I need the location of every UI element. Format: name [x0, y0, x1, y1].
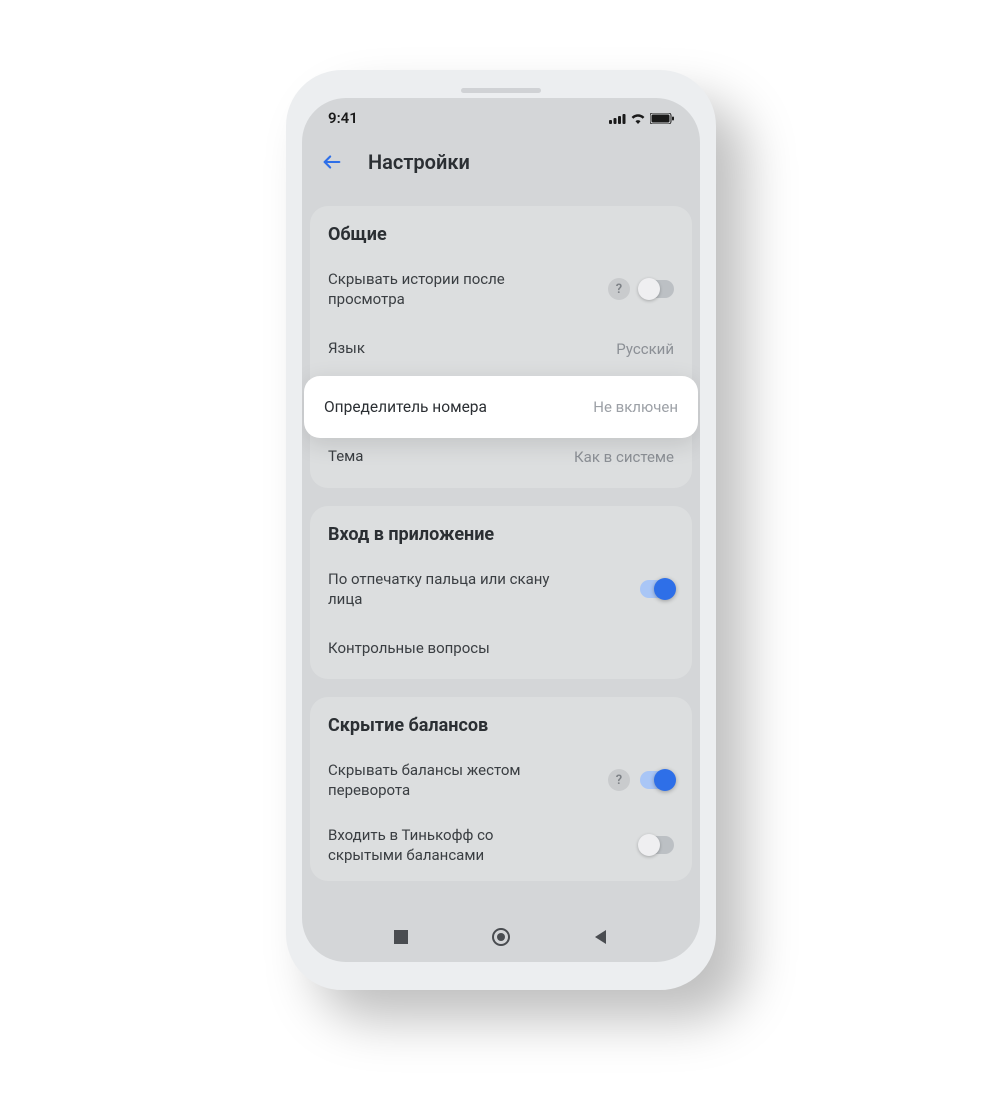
row-value: Не включен [593, 398, 678, 416]
square-icon [393, 929, 409, 945]
nav-recent-button[interactable] [393, 929, 409, 949]
row-value: Как в системе [574, 448, 674, 466]
row-value: Русский [616, 340, 674, 358]
section-balances-title: Скрытие балансов [310, 715, 692, 748]
wifi-icon [630, 113, 646, 124]
row-hide-gesture[interactable]: Скрывать балансы жестом переворота ? [310, 748, 692, 813]
help-icon[interactable]: ? [608, 769, 630, 791]
triangle-left-icon [593, 929, 609, 945]
row-biometric[interactable]: По отпечатку пальца или скану лица [310, 557, 692, 622]
row-label: Входить в Тинькофф со скрытыми балансами [328, 825, 568, 866]
nav-home-button[interactable] [492, 928, 510, 950]
toggle-hide-gesture[interactable] [640, 771, 674, 789]
circle-icon [492, 928, 510, 946]
android-nav-bar [302, 916, 700, 962]
section-login: Вход в приложение По отпечатку пальца ил… [310, 506, 692, 680]
nav-back-button[interactable] [593, 929, 609, 949]
app-header: Настройки [302, 138, 700, 186]
status-time: 9:41 [328, 109, 358, 127]
page-title: Настройки [368, 150, 470, 174]
toggle-biometric[interactable] [640, 580, 674, 598]
row-language[interactable]: Язык Русский [310, 322, 692, 376]
row-label: Скрывать балансы жестом переворота [328, 760, 568, 801]
arrow-left-icon [321, 151, 343, 173]
section-login-title: Вход в приложение [310, 524, 692, 557]
phone-frame: 9:41 Настройки Общие Скрывать истории по… [286, 70, 716, 990]
row-security-questions[interactable]: Контрольные вопросы [310, 621, 692, 675]
row-login-hidden[interactable]: Входить в Тинькофф со скрытыми балансами [310, 813, 692, 878]
row-label: Язык [328, 338, 365, 358]
toggle-hide-stories[interactable] [640, 280, 674, 298]
status-indicators [609, 113, 674, 124]
row-label: Определитель номера [324, 398, 487, 416]
section-general: Общие Скрывать истории после просмотра ?… [310, 206, 692, 488]
settings-content[interactable]: Общие Скрывать истории после просмотра ?… [302, 186, 700, 916]
row-hide-stories[interactable]: Скрывать истории после просмотра ? [310, 257, 692, 322]
section-general-title: Общие [310, 224, 692, 257]
status-bar: 9:41 [302, 98, 700, 138]
signal-icon [609, 113, 626, 124]
screen: 9:41 Настройки Общие Скрывать истории по… [302, 98, 700, 962]
row-label: Тема [328, 446, 363, 466]
row-label: Скрывать истории после просмотра [328, 269, 568, 310]
help-icon[interactable]: ? [608, 278, 630, 300]
row-caller-id-highlight[interactable]: Определитель номера Не включен [304, 376, 698, 438]
toggle-login-hidden[interactable] [640, 836, 674, 854]
back-button[interactable] [312, 142, 352, 182]
section-balances: Скрытие балансов Скрывать балансы жестом… [310, 697, 692, 881]
row-label: По отпечатку пальца или скану лица [328, 569, 568, 610]
row-label: Контрольные вопросы [328, 638, 490, 658]
battery-icon [650, 113, 674, 124]
phone-speaker-pill [461, 88, 541, 93]
